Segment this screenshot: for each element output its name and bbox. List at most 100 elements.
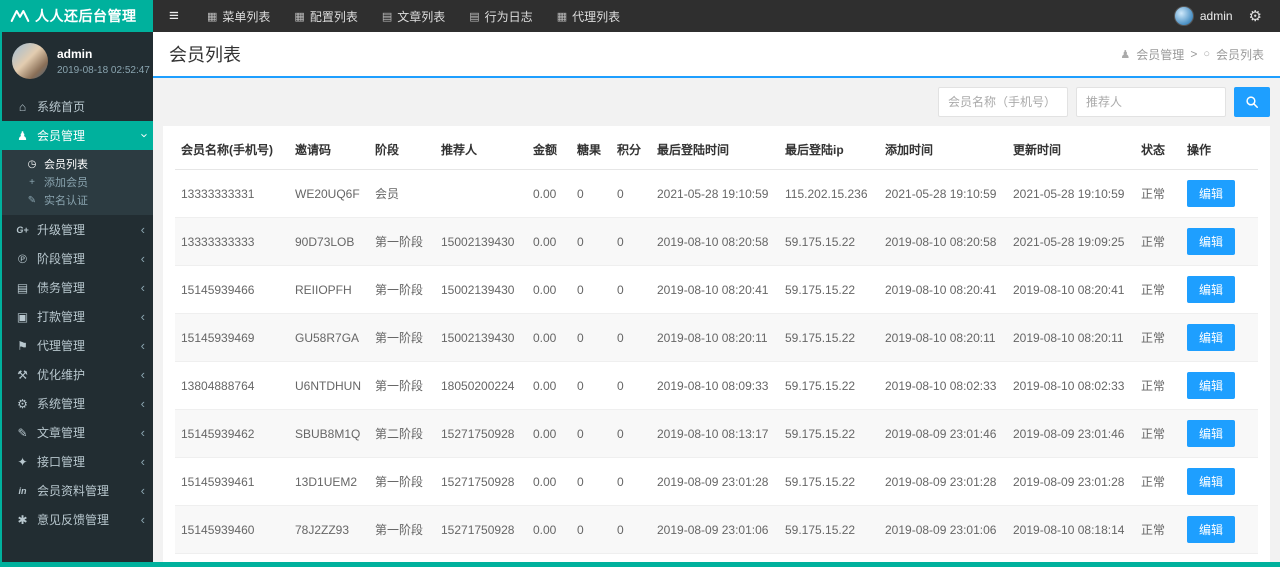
- chevron-icon: ‹: [140, 338, 145, 353]
- sidebar-menu-entry: ℗ 阶段管理 ‹: [2, 244, 153, 273]
- table-cell: 第一阶段: [369, 457, 435, 506]
- topbar-menu-item[interactable]: ▤ 文章列表: [370, 0, 457, 32]
- table-cell: 59.175.15.22: [779, 457, 879, 506]
- table-cell: 0: [571, 265, 611, 314]
- sidebar-item[interactable]: ⚙ 系统管理 ‹: [2, 389, 153, 418]
- edit-button[interactable]: 编辑: [1187, 228, 1236, 255]
- add-user-icon: +: [29, 176, 35, 188]
- sidebar-item[interactable]: ▤ 债务管理 ‹: [2, 273, 153, 302]
- topbar-menu-item[interactable]: ▦ 菜单列表: [195, 0, 282, 32]
- app-logo[interactable]: 人人还后台管理: [2, 0, 153, 32]
- table-cell: 15271750928: [435, 505, 527, 554]
- table-cell: 2019-08-09 23:01:28: [1007, 457, 1135, 506]
- sidebar-item[interactable]: ♟ 会员管理 ‹: [2, 121, 153, 150]
- hamburger-icon[interactable]: ≡: [153, 0, 195, 32]
- page-title: 会员列表: [169, 45, 241, 65]
- topbar-menu-item[interactable]: ▦ 代理列表: [545, 0, 632, 32]
- table-cell-actions: 编辑: [1181, 169, 1258, 218]
- table-cell: 13D1UEM2: [289, 457, 369, 506]
- breadcrumb-current: 会员列表: [1215, 47, 1264, 62]
- table-cell: 0: [571, 313, 611, 362]
- topbar-menu-item[interactable]: ▤ 行为日志: [457, 0, 544, 32]
- sidebar-item[interactable]: ℗ 阶段管理 ‹: [2, 244, 153, 273]
- table-cell: 13333333331: [175, 169, 289, 218]
- sidebar-subitem[interactable]: ◷ 会员列表: [2, 155, 153, 173]
- sidebar: admin 2019-08-18 02:52:47 ⌂ 系统首页 ♟ 会员管理 ‹ ◷ 会员…: [2, 32, 153, 562]
- sidebar-item[interactable]: ✦ 接口管理 ‹: [2, 447, 153, 476]
- sidebar-item[interactable]: ⚑ 代理管理 ‹: [2, 331, 153, 360]
- behavior-log-icon: ▤: [469, 10, 480, 23]
- sidebar-item-label: 系统管理: [37, 397, 86, 411]
- edit-button[interactable]: 编辑: [1187, 180, 1236, 207]
- sidebar-subitem[interactable]: ✎ 实名认证: [2, 191, 153, 209]
- sidebar-item[interactable]: ▣ 打款管理 ‹: [2, 302, 153, 331]
- table-cell: 0: [571, 553, 611, 562]
- table-cell: 0: [611, 313, 651, 362]
- sidebar-menu: ⌂ 系统首页 ♟ 会员管理 ‹ ◷ 会员列表 + 添加会员 ✎ 实名认证 G+ 升级管理 ‹ ℗ 阶段管理 ‹ ▤…: [2, 92, 153, 534]
- page-header: 会员列表 ♟ 会员管理 > ○ 会员列表: [153, 32, 1280, 78]
- topbar-right: admin ⚙: [1173, 0, 1280, 32]
- table-cell-actions: 编辑: [1181, 409, 1258, 458]
- chevron-icon: ‹: [140, 396, 145, 411]
- topbar-menu-label: 菜单列表: [222, 9, 271, 24]
- table-cell: 15002139430: [435, 313, 527, 362]
- table-cell: 正常: [1135, 265, 1181, 314]
- article-icon: ✎: [17, 425, 28, 440]
- table-cell: 0: [571, 505, 611, 554]
- sidebar-item[interactable]: in 会员资料管理 ‹: [2, 476, 153, 505]
- table-cell: 0.00: [527, 361, 571, 410]
- table-cell: 15145939461: [175, 457, 289, 506]
- edit-button[interactable]: 编辑: [1187, 420, 1236, 447]
- search-button[interactable]: [1234, 87, 1270, 117]
- topbar-menu-item[interactable]: ▦ 配置列表: [282, 0, 369, 32]
- sidebar-item[interactable]: G+ 升级管理 ‹: [2, 215, 153, 244]
- feedback-icon: ✱: [17, 512, 28, 527]
- table-cell: 2019-08-09 23:01:06: [651, 505, 779, 554]
- maintenance-icon: ⚒: [17, 367, 28, 382]
- sidebar-subitem[interactable]: + 添加会员: [2, 173, 153, 191]
- table-cell: 78J2ZZ93: [289, 505, 369, 554]
- table-cell-actions: 编辑: [1181, 457, 1258, 506]
- sidebar-item[interactable]: ⌂ 系统首页: [2, 92, 153, 121]
- edit-button[interactable]: 编辑: [1187, 372, 1236, 399]
- gear-icon[interactable]: ⚙: [1249, 7, 1262, 25]
- id-card-icon: ✎: [27, 194, 37, 206]
- edit-button[interactable]: 编辑: [1187, 468, 1236, 495]
- table-row: 15271750928HR8KIA6N第一阶段157270114170.0000…: [175, 553, 1258, 562]
- edit-button[interactable]: 编辑: [1187, 516, 1236, 543]
- edit-button[interactable]: 编辑: [1187, 324, 1236, 351]
- table-row: 15145939460 78J2ZZ93 第一阶段 15271750928 0.00 0 0…: [175, 505, 1258, 554]
- table-cell: 0.00: [527, 217, 571, 266]
- member-icon: ♟: [1120, 48, 1131, 61]
- breadcrumb-link-members[interactable]: 会员管理: [1136, 46, 1184, 63]
- table-cell: 90D73LOB: [289, 217, 369, 266]
- table-cell: HR8KIA6N: [289, 553, 369, 562]
- search-icon: [1245, 95, 1259, 109]
- sidebar-item[interactable]: ⚒ 优化维护 ‹: [2, 360, 153, 389]
- breadcrumb: ♟ 会员管理 > ○ 会员列表: [1120, 46, 1264, 63]
- chevron-icon: ‹: [140, 251, 145, 266]
- sidebar-item-label: 阶段管理: [37, 252, 86, 266]
- sidebar-menu-entry: ✱ 意见反馈管理 ‹: [2, 505, 153, 534]
- referrer-input[interactable]: [1076, 87, 1226, 117]
- sidebar-subitem-label: 实名认证: [44, 195, 88, 207]
- sidebar-item[interactable]: ✱ 意见反馈管理 ‹: [2, 505, 153, 534]
- table-row: 15145939461 13D1UEM2 第一阶段 15271750928 0.00 0 0…: [175, 457, 1258, 506]
- clock-icon: ◷: [27, 158, 37, 170]
- sidebar-item[interactable]: ✎ 文章管理 ‹: [2, 418, 153, 447]
- table-cell: 2019-08-10 08:20:58: [879, 217, 1007, 266]
- topbar-user[interactable]: admin: [1173, 6, 1233, 26]
- member-name-input[interactable]: [938, 87, 1068, 117]
- table-cell: 2019-08-10 08:20:58: [651, 217, 779, 266]
- edit-button[interactable]: 编辑: [1187, 276, 1236, 303]
- table-cell: 0.00: [527, 265, 571, 314]
- agent-list-icon: ▦: [556, 10, 568, 23]
- table-cell-actions: 编辑: [1181, 505, 1258, 554]
- sidebar-item-label: 会员资料管理: [37, 484, 110, 498]
- table-body: 13333333331 WE20UQ6F 会员 0.00 0 0 2021-05-28 19…: [175, 169, 1258, 562]
- sidebar-item-label: 系统首页: [37, 100, 86, 114]
- table-cell: 2019-08-10 08:20:41: [651, 265, 779, 314]
- sidebar-item-label: 接口管理: [37, 455, 86, 469]
- column-header: 邀请码: [289, 130, 369, 170]
- topbar-username: admin: [1199, 9, 1233, 23]
